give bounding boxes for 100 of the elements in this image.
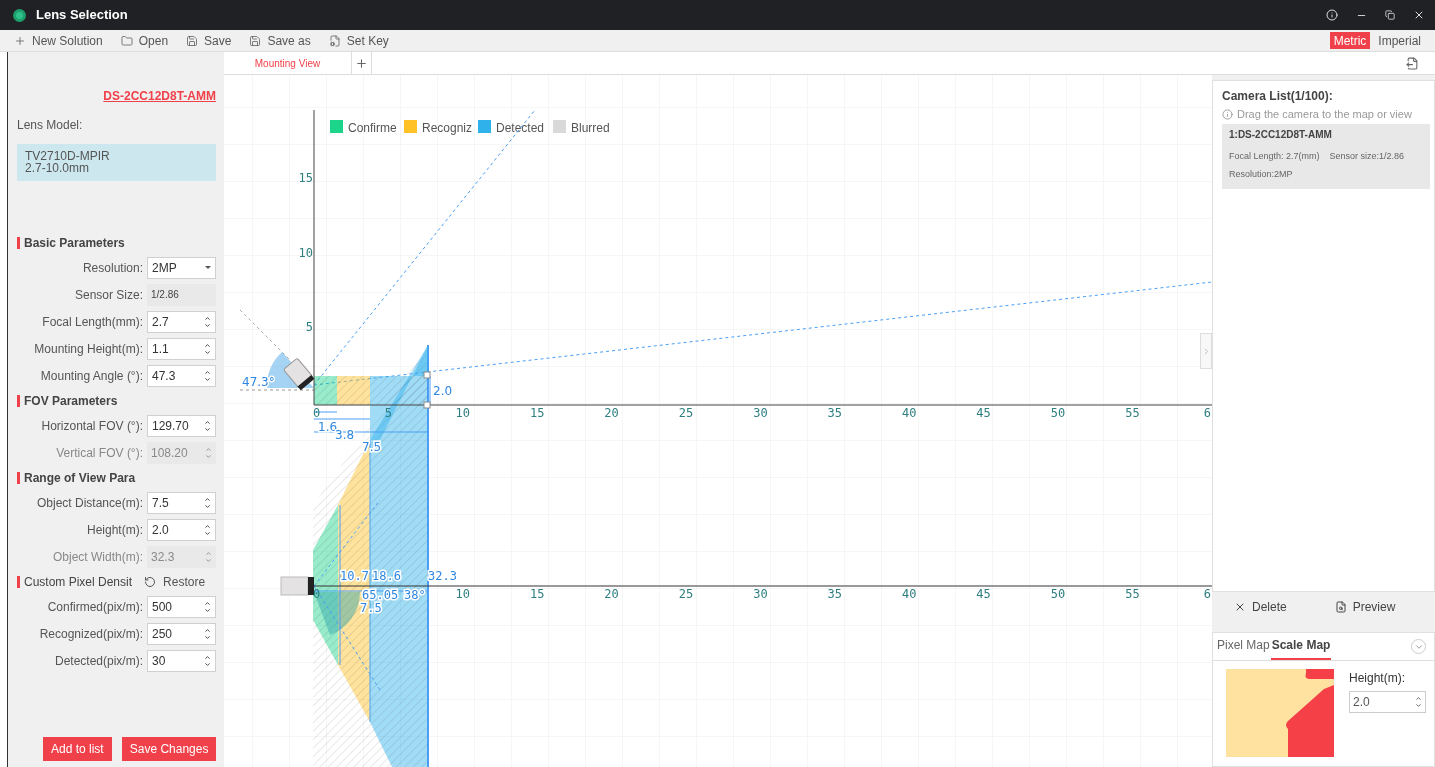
- section-title: Range of View Para: [24, 469, 136, 487]
- number-input[interactable]: 2.7: [147, 310, 216, 333]
- info-icon[interactable]: [1326, 9, 1338, 21]
- info-icon: [1222, 108, 1233, 120]
- focal-length-text: Focal Length: 2.7(mm): [1229, 149, 1320, 163]
- stepper-icon: [204, 522, 211, 537]
- number-input[interactable]: 2.0: [147, 518, 216, 541]
- toolbar-button[interactable]: Open: [120, 31, 169, 50]
- caret-icon: [205, 266, 211, 269]
- stepper-icon: [204, 368, 211, 383]
- camera-list-title: Camera List(1/100):: [1222, 88, 1334, 105]
- close-icon: [1234, 601, 1246, 613]
- lens-model-text: 2.7-10.0mm: [25, 162, 91, 174]
- section-title: Custom Pixel Densit: [24, 573, 133, 591]
- preview-button[interactable]: Preview: [1334, 598, 1396, 616]
- stepper-icon: [204, 599, 211, 614]
- axis-tick-label: 10: [298, 245, 313, 260]
- restore-button[interactable]: Restore: [144, 572, 206, 591]
- plus-icon: [355, 56, 368, 70]
- unit-toggle[interactable]: Imperial: [1374, 32, 1425, 49]
- toolbar-button[interactable]: Save: [186, 31, 232, 50]
- toolbar-icon: [120, 34, 133, 47]
- resize-handle[interactable]: [423, 401, 431, 409]
- field-label: Horizontal FOV (°):: [41, 417, 143, 435]
- panel-toggle-handle[interactable]: [1200, 333, 1212, 369]
- toolbar-button[interactable]: New Solution: [14, 31, 103, 50]
- resize-handle[interactable]: [423, 371, 431, 379]
- number-input[interactable]: 30: [147, 649, 216, 672]
- field-label: Vertical FOV (°):: [56, 444, 143, 462]
- camera-list-item[interactable]: 1:DS-2CC12D8T-AMM Focal Length: 2.7(mm) Sensor size:1/2.86 Resolution:2MP: [1222, 123, 1430, 189]
- toolbar-icon: [14, 34, 26, 47]
- legend-label: Recogniz: [422, 121, 473, 135]
- resolution-select[interactable]: 2MP: [147, 256, 216, 279]
- export-icon[interactable]: [1406, 56, 1419, 70]
- field-label: Height(m):: [87, 521, 143, 539]
- axis-tick-label: 45: [976, 587, 991, 601]
- lens-model-box[interactable]: TV2710D-MPIR 2.7-10.0mm: [17, 144, 216, 181]
- dimension-label: 47.3°: [242, 375, 275, 389]
- toolbar-button[interactable]: Save as: [249, 31, 311, 50]
- dimension-label: 2.0: [433, 384, 453, 398]
- stepper-icon: [204, 495, 211, 510]
- restore-icon[interactable]: [1385, 10, 1395, 20]
- toolbar-icon: [249, 34, 262, 47]
- field-label: Mounting Angle (°):: [40, 367, 143, 385]
- axis-tick-label: 45: [976, 406, 991, 420]
- field-label: Object Width(m):: [53, 548, 143, 566]
- toolbar-button[interactable]: Set Key: [328, 31, 389, 50]
- field-label: Focal Length(mm):: [42, 313, 143, 331]
- app-logo-icon: [13, 8, 26, 22]
- window-title: Lens Selection: [36, 6, 128, 25]
- axis-tick-label: 25: [678, 406, 694, 420]
- field-label: Resolution:: [82, 259, 143, 277]
- legend-label: Confirme: [348, 121, 397, 135]
- toolbar-icon: [328, 34, 341, 47]
- number-input[interactable]: 1.1: [147, 337, 216, 360]
- axis-tick-label: 55: [1125, 587, 1140, 601]
- axis-tick-label: 30: [753, 406, 768, 420]
- add-to-list-button[interactable]: Add to list: [43, 737, 112, 761]
- number-input[interactable]: 129.70: [147, 414, 216, 437]
- resolution-text: Resolution:2MP: [1229, 168, 1294, 181]
- stepper-icon: [1415, 695, 1422, 709]
- height-input[interactable]: 2.0: [1349, 691, 1426, 713]
- axis-tick-label: 25: [678, 587, 694, 601]
- field-label: Detected(pix/m):: [54, 652, 143, 670]
- axis-tick-label: 6: [1203, 587, 1211, 601]
- axis-tick-label: 10: [455, 587, 471, 601]
- readonly-field: 1/2.86: [147, 283, 216, 306]
- dimension-label: 18.6: [372, 569, 401, 583]
- restore-icon: [144, 575, 157, 588]
- axis-tick-label: 5: [305, 320, 313, 335]
- map-tab[interactable]: Pixel Map: [1216, 632, 1271, 660]
- stepper-icon: [205, 445, 212, 460]
- number-input[interactable]: 47.3: [147, 364, 216, 387]
- stepper-icon: [204, 314, 211, 329]
- dimension-label: 10.7: [340, 569, 369, 583]
- height-label: Height(m):: [1349, 670, 1406, 687]
- number-input[interactable]: 7.5: [147, 491, 216, 514]
- dimension-label: 3.8: [335, 428, 355, 442]
- document-search-icon: [1334, 601, 1347, 613]
- unit-toggle[interactable]: Metric: [1329, 32, 1371, 49]
- hint-text: Drag the camera to the map or view: [1237, 107, 1412, 122]
- legend-label: Detected: [496, 121, 545, 135]
- delete-button[interactable]: Delete: [1234, 598, 1287, 616]
- legend-label: Blurred: [571, 121, 610, 135]
- camera-name: 1:DS-2CC12D8T-AMM: [1229, 127, 1333, 142]
- stepper-icon: [205, 549, 212, 564]
- axis-tick-label: 10: [455, 406, 471, 420]
- number-input[interactable]: 250: [147, 622, 216, 645]
- map-tab[interactable]: Scale Map: [1270, 632, 1332, 660]
- sensor-size-text: Sensor size:1/2.86: [1329, 149, 1405, 163]
- axis-tick-label: 15: [529, 587, 545, 601]
- save-changes-button[interactable]: Save Changes: [121, 737, 217, 761]
- close-icon[interactable]: [1413, 9, 1425, 21]
- axis-tick-label: 40: [901, 587, 917, 601]
- camera-drawing: [280, 576, 314, 596]
- axis-tick-label: 40: [901, 406, 917, 420]
- lens-model-text: TV2710D-MPIR: [25, 150, 111, 162]
- number-input[interactable]: 500: [147, 595, 216, 618]
- stepper-icon: [204, 626, 211, 641]
- section-title: FOV Parameters: [24, 392, 118, 410]
